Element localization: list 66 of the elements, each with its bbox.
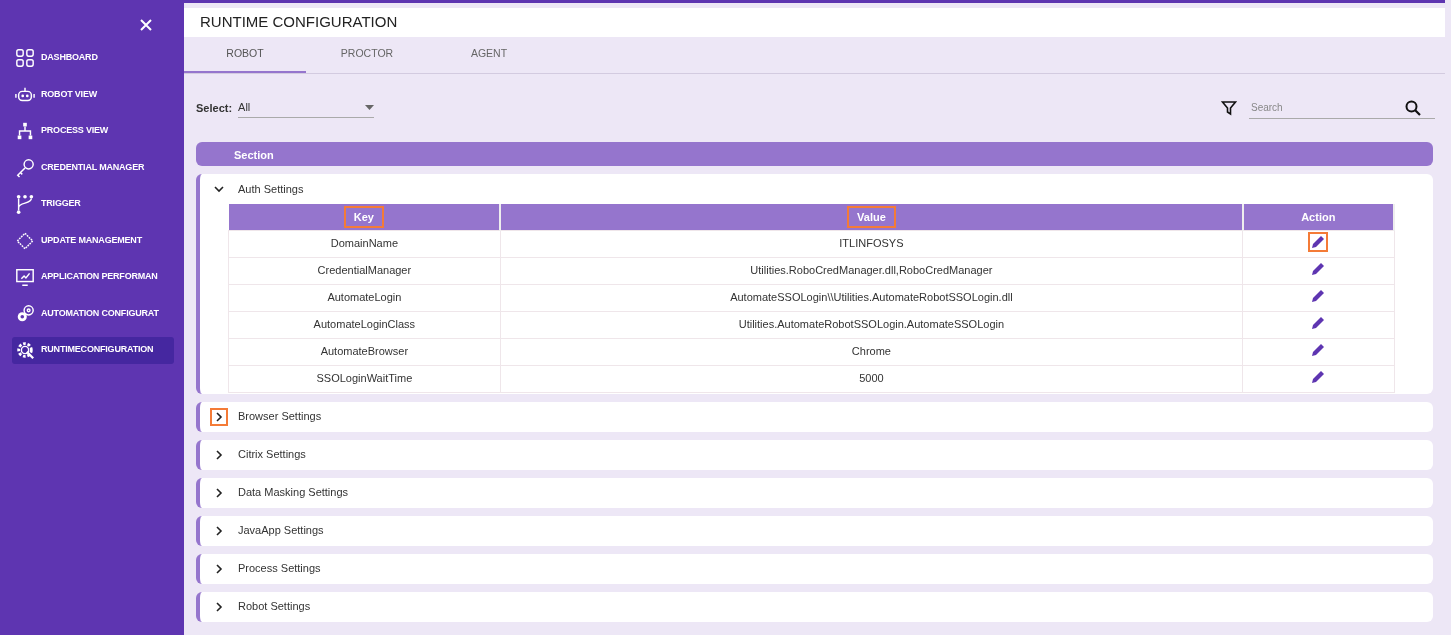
column-header: Key (343, 205, 384, 228)
table-cell: AutomateSSOLogin\\Utilities.AutomateRobotSSOLogin.dll (500, 284, 1243, 311)
grid-icon (15, 48, 35, 68)
table-cell: AutomateLogin (228, 284, 501, 311)
sidebar-item[interactable]: TRIGGER (12, 190, 174, 218)
chart-monitor-icon (15, 267, 35, 287)
select-dropdown[interactable]: All (238, 98, 375, 118)
chevron-button[interactable] (210, 407, 228, 426)
sidebar-item[interactable]: RUNTIMECONFIGURATION (12, 336, 174, 364)
select-label: Select: (196, 100, 233, 116)
close-button[interactable] (140, 16, 152, 33)
branch-icon (15, 194, 35, 214)
chevron-icon (213, 600, 225, 613)
sidebar-item[interactable]: AUTOMATION CONFIGURAT (12, 300, 174, 327)
gear-wrench-icon (15, 340, 35, 360)
sidebar-item[interactable]: PROCESS VIEW (12, 117, 174, 145)
pencil-icon (1310, 342, 1327, 359)
section-title[interactable]: Browser Settings (238, 408, 322, 425)
chevron-icon (213, 486, 225, 499)
tab[interactable]: PROCTOR (306, 37, 428, 73)
table-cell: CredentialManager (228, 257, 501, 284)
hierarchy-icon (15, 121, 35, 141)
table-cell: 5000 (500, 365, 1243, 392)
pencil-icon (1310, 288, 1327, 305)
pencil-icon (1310, 261, 1327, 278)
section-title[interactable]: Data Masking Settings (238, 484, 349, 501)
table-cell: SSOLoginWaitTime (228, 365, 501, 392)
table-cell: Chrome (500, 338, 1243, 365)
section-title[interactable]: Process Settings (238, 560, 321, 577)
caret-icon (365, 105, 375, 110)
sidebar-item[interactable]: UPDATE MANAGEMENT (12, 227, 174, 254)
chevron-icon (213, 183, 225, 195)
section-title[interactable]: Citrix Settings (238, 446, 306, 463)
tab[interactable]: ROBOT (184, 37, 306, 73)
pencil-icon (1310, 234, 1327, 251)
column-header: Action (1300, 209, 1337, 225)
search-field[interactable]: Search (1249, 97, 1435, 119)
table-cell: ITLINFOSYS (500, 230, 1243, 257)
table-cell: Utilities.AutomateRobotSSOLogin.AutomateSSOLogin (500, 311, 1243, 338)
edit-button[interactable] (1308, 232, 1329, 253)
page-title: RUNTIME CONFIGURATION (184, 8, 1445, 37)
table-cell: DomainName (228, 230, 501, 257)
section-title[interactable]: JavaApp Settings (238, 522, 324, 539)
sidebar-item[interactable]: ROBOT VIEW (12, 81, 174, 108)
chip-icon (15, 230, 35, 251)
chevron-icon (213, 524, 225, 537)
search-icon[interactable] (1405, 100, 1421, 116)
sidebar-item[interactable]: CREDENTIAL MANAGER (12, 154, 174, 181)
key-icon (15, 157, 35, 178)
section-header: Section (196, 142, 1433, 166)
table-cell: AutomateBrowser (228, 338, 501, 365)
filter-icon[interactable] (1221, 100, 1237, 116)
section-title[interactable]: Robot Settings (238, 598, 311, 615)
chevron-icon (213, 562, 225, 575)
table-cell: AutomateLoginClass (228, 311, 501, 338)
pencil-icon (1310, 315, 1327, 332)
sidebar-item[interactable]: DASHBOARD (12, 44, 174, 72)
section-title[interactable]: Auth Settings (238, 180, 304, 198)
table-cell: Utilities.RoboCredManager.dll,RoboCredManager (500, 257, 1243, 284)
tab[interactable]: AGENT (428, 37, 550, 73)
chevron-icon (213, 448, 225, 461)
chevron-icon (213, 410, 225, 423)
pencil-icon (1310, 369, 1327, 386)
sidebar-item[interactable]: APPLICATION PERFORMAN (12, 263, 174, 291)
gears-icon (15, 303, 35, 324)
column-header: Value (847, 205, 896, 228)
